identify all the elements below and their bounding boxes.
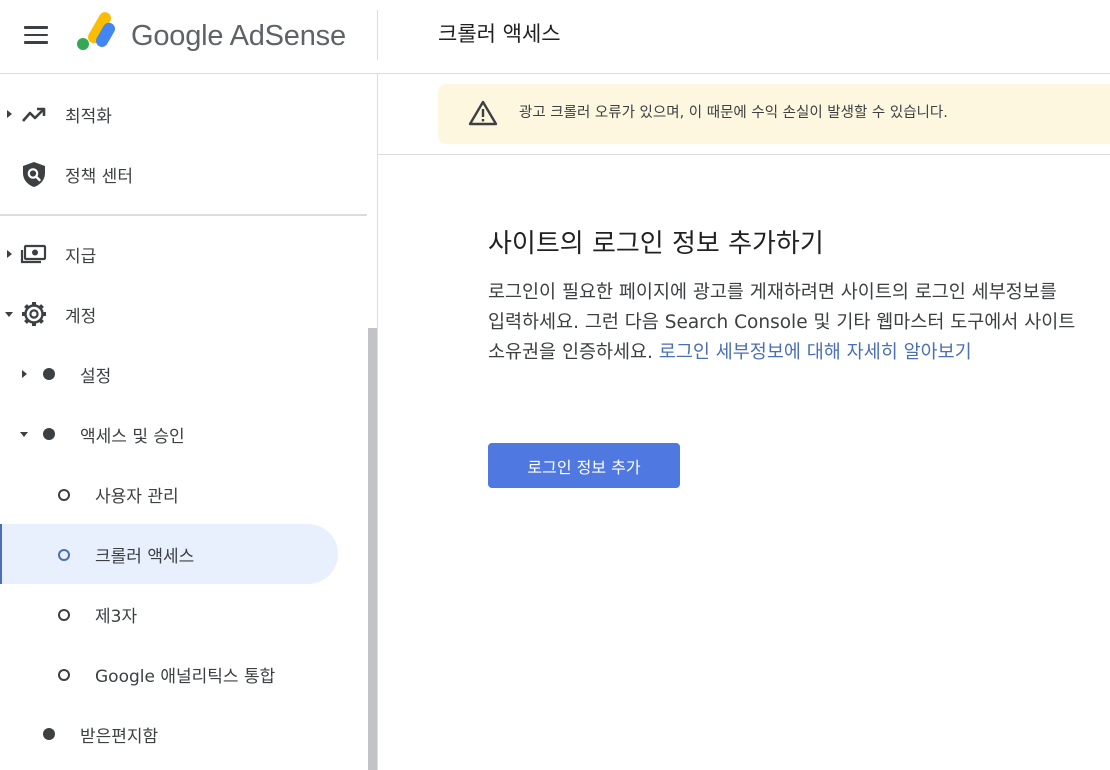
sidebar-item-label: Google 애널리틱스 통합 [95,667,276,687]
section-description: 로그인이 필요한 페이지에 광고를 게재하려면 사이트의 로그인 세부정보를 입… [488,278,1078,368]
expand-caret-icon[interactable] [7,110,12,118]
bullet-ring-icon [58,669,70,681]
sidebar-item-label: 최적화 [65,107,112,127]
sidebar-item-label: 받은편지함 [80,727,159,747]
sidebar-item-account[interactable]: 계정 [0,284,338,344]
bullet-dot-icon [43,728,55,740]
sidebar-item-inbox[interactable]: 받은편지함 [0,704,338,764]
sidebar-item-settings[interactable]: 설정 [0,344,338,404]
sidebar-item-third-party[interactable]: 제3자 [0,584,338,644]
collapse-caret-icon[interactable] [20,432,28,437]
warning-icon [468,100,498,126]
sidebar-item-label: 제3자 [95,607,138,627]
gear-icon [22,302,46,326]
sidebar-item-label: 계정 [65,307,97,327]
menu-button[interactable] [18,20,54,50]
bullet-ring-icon [58,549,70,561]
sidebar-item-access-authorization[interactable]: 액세스 및 승인 [0,404,338,464]
trending-up-icon [22,107,46,122]
active-indicator [0,524,2,584]
expand-caret-icon[interactable] [22,370,27,378]
menu-icon [24,26,48,29]
sidebar-item-label: 정책 센터 [65,167,133,187]
login-info-card: 사이트의 로그인 정보 추가하기 로그인이 필요한 페이지에 광고를 게재하려면… [488,224,1088,368]
page-title: 크롤러 액세스 [438,22,561,46]
sidebar-divider [0,214,367,216]
sidebar-item-payments[interactable]: 지급 [0,224,338,284]
bullet-dot-icon [43,368,55,380]
header-divider [377,10,378,60]
sidebar-item-label: 크롤러 액세스 [95,547,195,567]
warning-banner: 광고 크롤러 오류가 있으며, 이 때문에 수익 손실이 발생할 수 있습니다. [438,84,1110,144]
alert-area: 광고 크롤러 오류가 있으며, 이 때문에 수익 손실이 발생할 수 있습니다. [378,74,1110,155]
bullet-dot-icon [43,428,55,440]
brand-name: Google AdSense [131,20,346,52]
policy-shield-icon [23,162,45,187]
sidebar-item-policy-center[interactable]: 정책 센터 [0,144,338,204]
sidebar-scrollbar[interactable] [368,328,377,770]
sidebar-item-label: 액세스 및 승인 [80,427,185,447]
sidebar: 최적화 정책 센터 지급 계정 설정 액세스 및 승인 사용자 관리 크롤러 액… [0,74,378,770]
payments-icon [20,244,47,264]
add-login-info-button[interactable]: 로그인 정보 추가 [488,443,680,488]
app-header: Google AdSense 크롤러 액세스 [0,0,1110,74]
collapse-caret-icon[interactable] [5,312,13,317]
sidebar-item-label: 설정 [80,367,112,387]
sidebar-item-crawler-access[interactable]: 크롤러 액세스 [0,524,338,584]
sidebar-item-label: 지급 [65,247,97,267]
warning-message: 광고 크롤러 오류가 있으며, 이 때문에 수익 손실이 발생할 수 있습니다. [519,105,948,121]
sidebar-item-user-management[interactable]: 사용자 관리 [0,464,338,524]
sidebar-item-analytics-integration[interactable]: Google 애널리틱스 통합 [0,644,338,704]
bullet-ring-icon [58,609,70,621]
bullet-ring-icon [58,489,70,501]
learn-more-link[interactable]: 로그인 세부정보에 대해 자세히 알아보기 [659,342,972,363]
sidebar-item-optimization[interactable]: 최적화 [0,84,338,144]
adsense-logo-icon [77,12,115,50]
expand-caret-icon[interactable] [7,250,12,258]
sidebar-item-label: 사용자 관리 [95,487,179,507]
section-title: 사이트의 로그인 정보 추가하기 [488,229,824,259]
